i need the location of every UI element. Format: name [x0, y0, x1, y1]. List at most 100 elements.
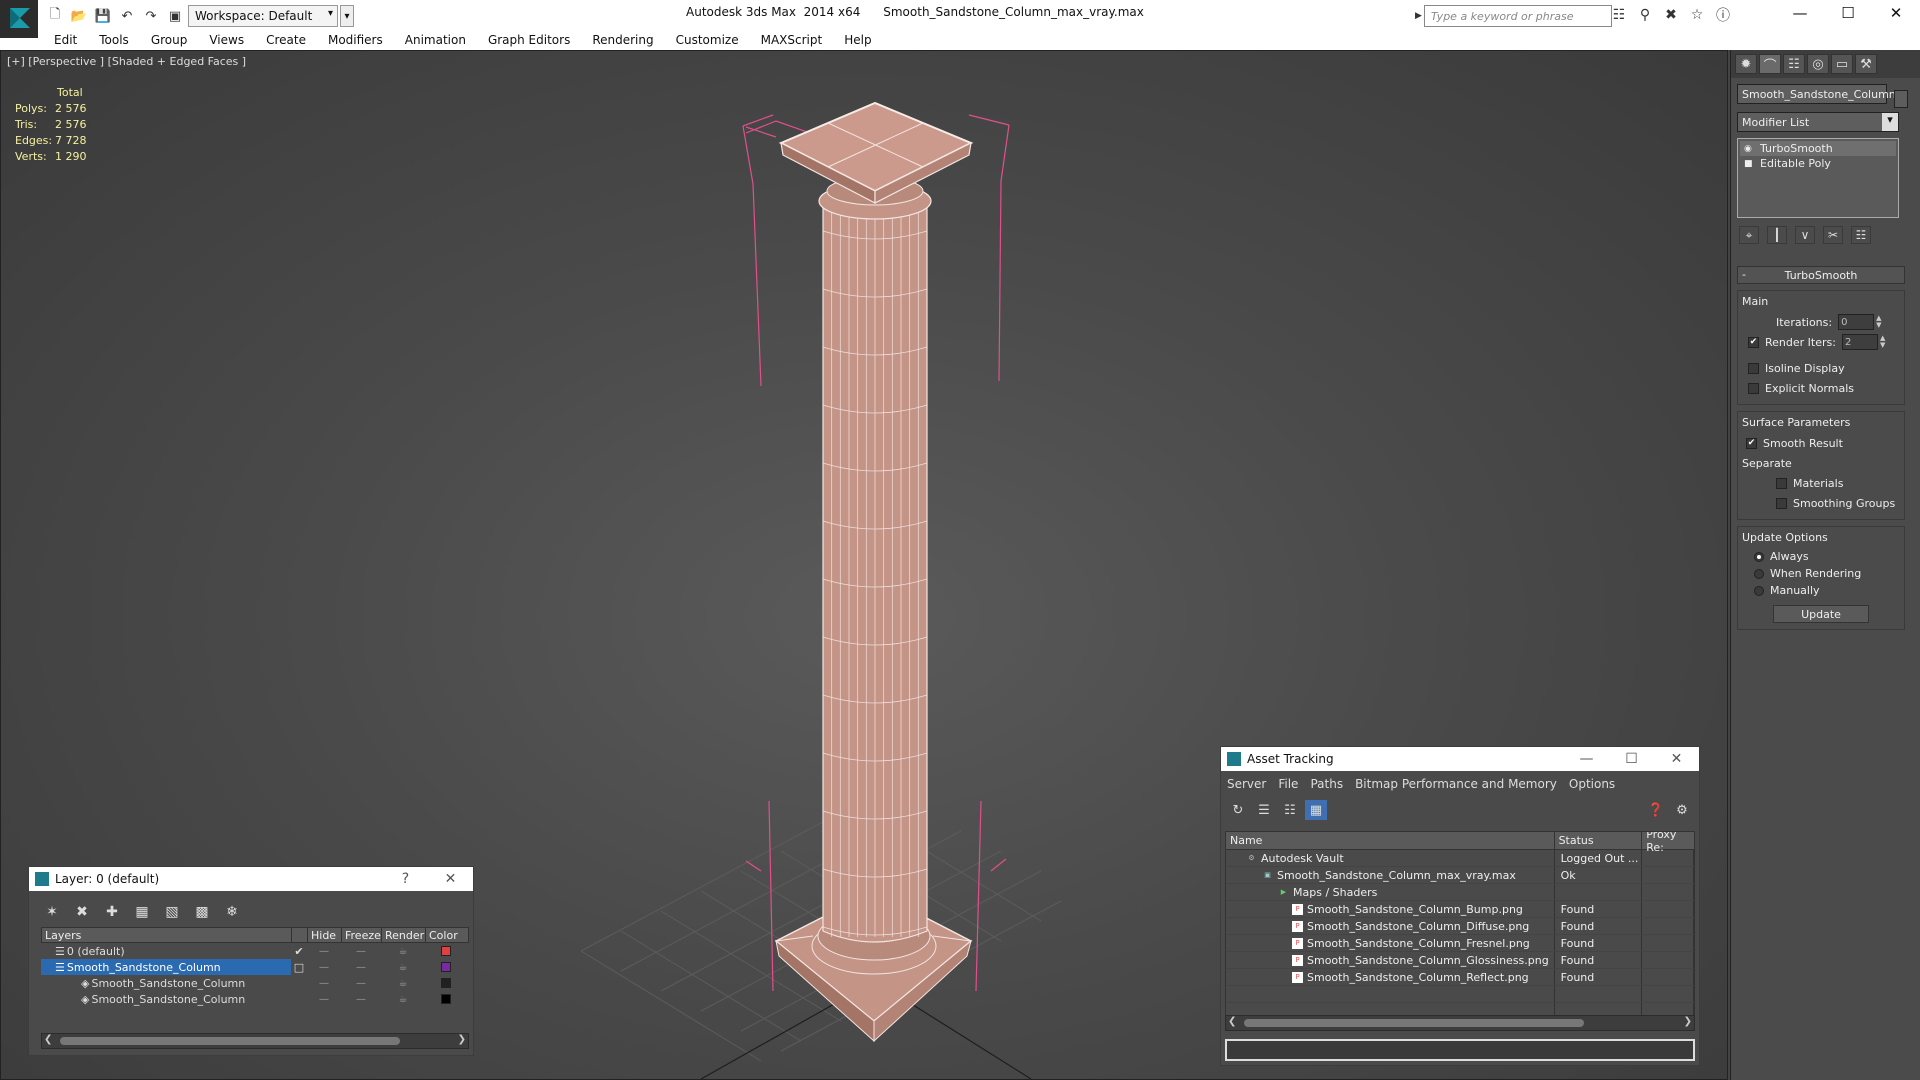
- smoothing-groups-checkbox[interactable]: [1776, 497, 1787, 509]
- layer-color-swatch[interactable]: [441, 962, 451, 972]
- menu-item-help[interactable]: Help: [844, 33, 871, 47]
- color-cell[interactable]: [425, 975, 467, 991]
- modify-tab-icon[interactable]: ⌒: [1759, 54, 1781, 74]
- asset-name-cell[interactable]: P Smooth_Sandstone_Column_Glossiness.png: [1226, 952, 1555, 968]
- close-icon[interactable]: ✕: [428, 867, 473, 891]
- help-icon[interactable]: ⓘ: [1712, 5, 1734, 25]
- asset-name-cell[interactable]: P Smooth_Sandstone_Column_Bump.png: [1226, 901, 1555, 917]
- iterations-spinner[interactable]: 0: [1838, 314, 1875, 330]
- asset-row[interactable]: P Smooth_Sandstone_Column_Diffuse.png Foun…: [1226, 918, 1694, 935]
- scroll-thumb[interactable]: [60, 1037, 400, 1045]
- project-folder-icon[interactable]: ▣: [164, 6, 186, 26]
- layer-color-swatch[interactable]: [441, 978, 451, 988]
- table-view-icon[interactable]: ▦: [1305, 800, 1327, 820]
- render-toggle-icon[interactable]: ☕: [381, 959, 425, 975]
- maximize-icon[interactable]: ☐: [1824, 0, 1872, 26]
- isoline-checkbox[interactable]: [1748, 362, 1759, 374]
- show-end-result-icon[interactable]: ┃: [1767, 226, 1787, 244]
- asset-row[interactable]: P Smooth_Sandstone_Column_Glossiness.png F…: [1226, 952, 1694, 969]
- active-layer-cell[interactable]: □: [291, 959, 307, 975]
- qat-options-icon[interactable]: ▾: [340, 5, 354, 27]
- scroll-thumb[interactable]: [1244, 1019, 1584, 1027]
- key-icon[interactable]: ⚲: [1634, 5, 1656, 25]
- highlight-layer-icon[interactable]: ▧: [161, 902, 183, 922]
- spinner-arrows-icon[interactable]: ▲ ▼: [1880, 335, 1885, 349]
- color-cell[interactable]: [425, 943, 467, 959]
- asset-menu-bitmap-performance-and-memory[interactable]: Bitmap Performance and Memory: [1355, 777, 1557, 791]
- layer-row[interactable]: ◈ Smooth_Sandstone_Column — — ☕: [41, 975, 469, 991]
- asset-name-cell[interactable]: P Smooth_Sandstone_Column_Reflect.png: [1226, 969, 1555, 985]
- asset-name-cell[interactable]: P Smooth_Sandstone_Column_Diffuse.png: [1226, 918, 1555, 934]
- asset-row[interactable]: P Smooth_Sandstone_Column_Reflect.png Foun…: [1226, 969, 1694, 986]
- color-cell[interactable]: [425, 959, 467, 975]
- configure-sets-icon[interactable]: ☷: [1851, 226, 1871, 244]
- layer-name-cell[interactable]: ☰ 0 (default): [41, 943, 291, 959]
- col-render[interactable]: Render: [382, 928, 426, 942]
- create-tab-icon[interactable]: ✹: [1735, 54, 1757, 74]
- asset-row[interactable]: P Smooth_Sandstone_Column_Bump.png Found: [1226, 901, 1694, 918]
- rollout-header[interactable]: TurboSmooth: [1737, 266, 1905, 284]
- render-toggle-icon[interactable]: ☕: [381, 943, 425, 959]
- object-name-field[interactable]: Smooth_Sandstone_Column: [1737, 84, 1896, 104]
- menu-item-edit[interactable]: Edit: [54, 33, 77, 47]
- update-button[interactable]: Update: [1773, 605, 1869, 623]
- help-icon[interactable]: ❓: [1645, 800, 1667, 820]
- create-layer-icon[interactable]: ✶: [41, 902, 63, 922]
- scroll-left-icon[interactable]: ❮: [1228, 1016, 1236, 1027]
- expand-plus-icon[interactable]: ■: [1744, 159, 1754, 169]
- asset-path-field[interactable]: [1225, 1039, 1695, 1061]
- binoculars-icon[interactable]: ☷: [1608, 5, 1630, 25]
- redo-icon[interactable]: ↷: [140, 6, 162, 26]
- delete-layer-icon[interactable]: ✖: [71, 902, 93, 922]
- make-unique-icon[interactable]: ∨: [1795, 226, 1815, 244]
- menu-item-rendering[interactable]: Rendering: [592, 33, 653, 47]
- refresh-icon[interactable]: ↻: [1227, 800, 1249, 820]
- menu-item-modifiers[interactable]: Modifiers: [328, 33, 383, 47]
- asset-menu-file[interactable]: File: [1278, 777, 1298, 791]
- asset-scrollbar[interactable]: ❮ ❯: [1225, 1015, 1695, 1031]
- render-iters-checkbox[interactable]: ✔: [1748, 336, 1759, 348]
- settings-icon[interactable]: ⚙: [1671, 800, 1693, 820]
- freeze-toggle[interactable]: —: [341, 959, 381, 975]
- layer-name-cell[interactable]: ◈ Smooth_Sandstone_Column: [41, 991, 291, 1007]
- freeze-toggle[interactable]: —: [341, 943, 381, 959]
- render-iters-spinner[interactable]: 2: [1841, 334, 1878, 350]
- asset-row[interactable]: ⚙ Autodesk Vault Logged Out ...: [1226, 850, 1694, 867]
- undo-icon[interactable]: ↶: [116, 6, 138, 26]
- layer-row[interactable]: ☰ 0 (default) ✔ — — ☕: [41, 943, 469, 959]
- menu-item-maxscript[interactable]: MAXScript: [761, 33, 823, 47]
- render-toggle-icon[interactable]: ☕: [381, 991, 425, 1007]
- hide-toggle[interactable]: —: [307, 991, 341, 1007]
- help-icon[interactable]: ?: [383, 867, 428, 891]
- expand-search-icon[interactable]: ▶: [1415, 11, 1422, 21]
- stack-item-editable-poly[interactable]: ■ Editable Poly: [1740, 156, 1896, 171]
- always-radio[interactable]: [1754, 551, 1764, 562]
- layer-row[interactable]: ◈ Smooth_Sandstone_Column — — ☕: [41, 991, 469, 1007]
- menu-item-customize[interactable]: Customize: [676, 33, 739, 47]
- app-menu-button[interactable]: [0, 0, 38, 38]
- remove-modifier-icon[interactable]: ✂: [1823, 226, 1843, 244]
- active-layer-cell[interactable]: ✔: [291, 943, 307, 959]
- asset-menu-paths[interactable]: Paths: [1310, 777, 1343, 791]
- col-status[interactable]: Status: [1555, 832, 1643, 849]
- asset-name-cell[interactable]: P Smooth_Sandstone_Column_Fresnel.png: [1226, 935, 1555, 951]
- pin-stack-icon[interactable]: ⌖: [1739, 226, 1759, 244]
- stack-item-turbosmooth[interactable]: ◉ TurboSmooth: [1740, 141, 1896, 156]
- smooth-result-checkbox[interactable]: ✔: [1746, 437, 1757, 449]
- freeze-all-icon[interactable]: ❄: [221, 902, 243, 922]
- close-icon[interactable]: ✕: [1654, 747, 1699, 771]
- exchange-icon[interactable]: ✖: [1660, 5, 1682, 25]
- layer-name-cell[interactable]: ◈ Smooth_Sandstone_Column: [41, 975, 291, 991]
- scroll-right-icon[interactable]: ❯: [458, 1034, 466, 1045]
- active-layer-cell[interactable]: [291, 991, 307, 1007]
- new-file-icon[interactable]: 🗋: [44, 6, 66, 26]
- tree-view-icon[interactable]: ☷: [1279, 800, 1301, 820]
- asset-name-cell[interactable]: ▶ Maps / Shaders: [1226, 884, 1555, 900]
- save-icon[interactable]: 💾: [92, 6, 114, 26]
- menu-item-group[interactable]: Group: [151, 33, 188, 47]
- viewport-label[interactable]: [+] [Perspective ] [Shaded + Edged Faces…: [7, 55, 246, 68]
- hide-toggle[interactable]: —: [307, 975, 341, 991]
- col-freeze[interactable]: Freeze: [342, 928, 382, 942]
- scroll-right-icon[interactable]: ❯: [1684, 1016, 1692, 1027]
- layer-color-swatch[interactable]: [441, 946, 451, 956]
